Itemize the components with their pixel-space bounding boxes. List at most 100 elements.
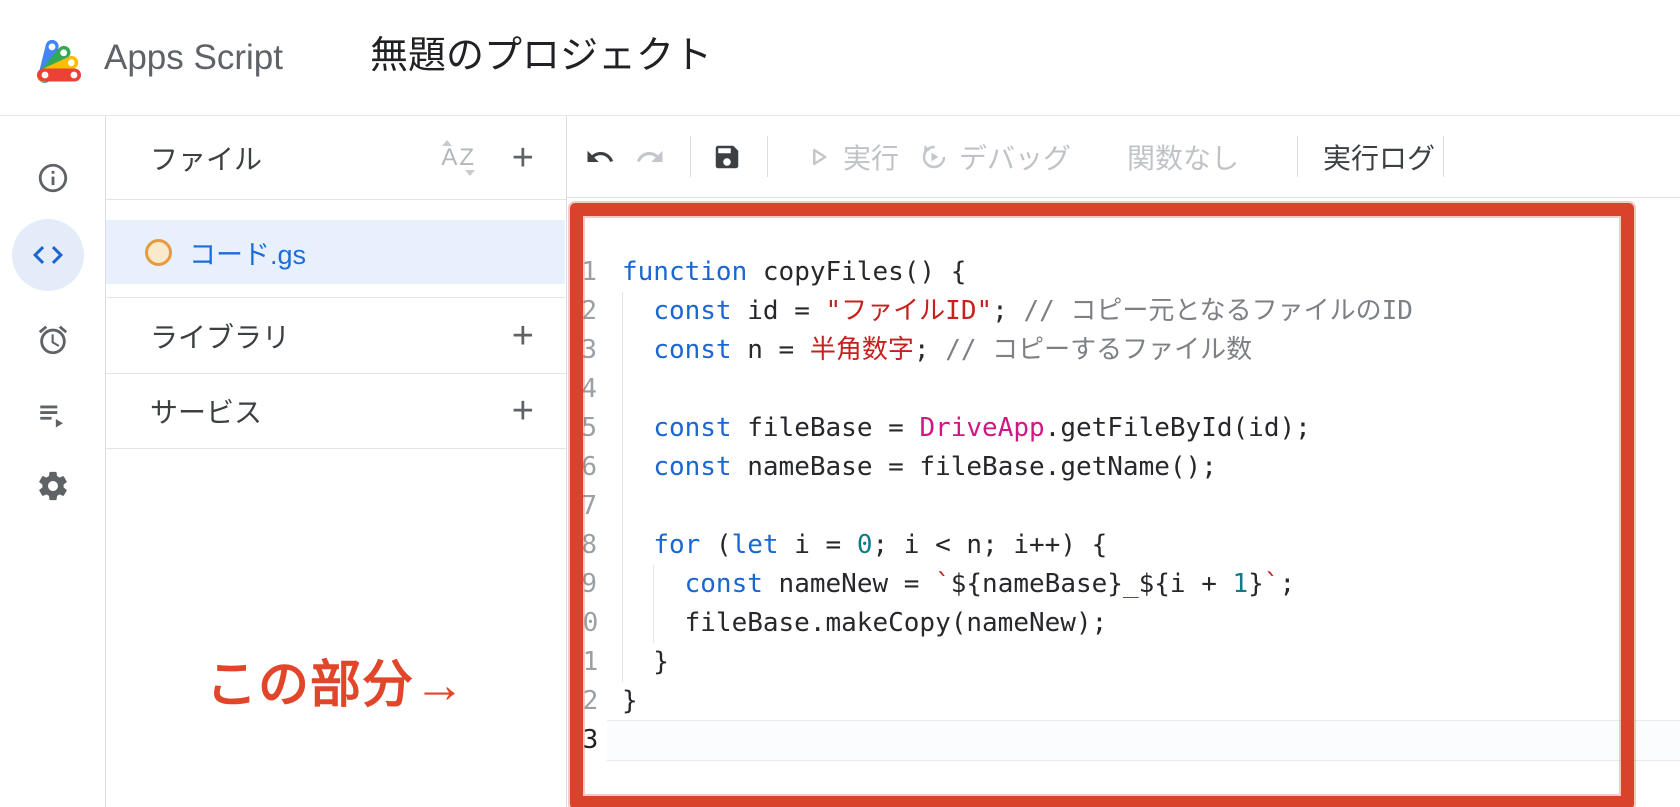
code-line[interactable]: 13 bbox=[567, 721, 1680, 760]
line-number: 4 bbox=[567, 370, 597, 409]
code-line[interactable]: 5 const fileBase = DriveApp.getFileById(… bbox=[567, 409, 1680, 448]
undo-icon bbox=[585, 142, 615, 172]
save-button[interactable] bbox=[712, 116, 742, 197]
executions-icon bbox=[36, 397, 70, 431]
line-content bbox=[622, 721, 1680, 760]
line-content bbox=[622, 370, 1680, 409]
redo-button[interactable] bbox=[635, 116, 665, 197]
project-title[interactable]: 無題のプロジェクト bbox=[370, 0, 712, 115]
function-select-label: 関数なし bbox=[1127, 137, 1239, 177]
save-icon bbox=[712, 142, 742, 172]
debug-button[interactable]: デバッグ bbox=[919, 116, 1071, 197]
line-number: 1 bbox=[567, 253, 597, 292]
indent-guide bbox=[653, 565, 654, 604]
libraries-label: ライブラリ bbox=[150, 316, 290, 356]
settings-button[interactable] bbox=[0, 450, 105, 522]
run-button[interactable]: 実行 bbox=[803, 116, 899, 197]
file-item-code-gs[interactable]: コード.gs bbox=[106, 220, 565, 284]
line-number: 7 bbox=[567, 487, 597, 526]
indent-guide bbox=[622, 409, 623, 448]
run-label: 実行 bbox=[843, 137, 899, 177]
function-select[interactable]: 関数なし bbox=[1127, 116, 1239, 197]
divider bbox=[690, 136, 691, 177]
line-content: const nameNew = `${nameBase}_${i + 1}`; bbox=[622, 565, 1680, 604]
file-name: コード.gs bbox=[189, 233, 306, 272]
execution-log-label: 実行ログ bbox=[1323, 137, 1435, 177]
clock-icon bbox=[36, 323, 70, 357]
indent-guide bbox=[622, 604, 623, 643]
indent-guide bbox=[622, 331, 623, 370]
indent-guide bbox=[622, 487, 623, 526]
files-header: ファイル bbox=[150, 138, 262, 178]
editor-button[interactable] bbox=[12, 219, 84, 291]
indent-guide bbox=[622, 370, 623, 409]
add-service-button[interactable]: + bbox=[512, 392, 534, 430]
line-number: 10 bbox=[567, 604, 597, 643]
line-number: 3 bbox=[567, 331, 597, 370]
files-header-row: ファイル AZ + bbox=[106, 116, 566, 199]
az-sort-icon[interactable]: AZ bbox=[441, 144, 476, 172]
code-line[interactable]: 8 for (let i = 0; i < n; i++) { bbox=[567, 526, 1680, 565]
code-line[interactable]: 12} bbox=[567, 682, 1680, 721]
annotation-text: この部分→ bbox=[106, 643, 566, 717]
line-content: const nameBase = fileBase.getName(); bbox=[622, 448, 1680, 487]
services-row: サービス + bbox=[106, 374, 566, 448]
code-line[interactable]: 6 const nameBase = fileBase.getName(); bbox=[567, 448, 1680, 487]
services-label: サービス bbox=[150, 391, 262, 431]
code-editor[interactable]: 1function copyFiles() {2 const id = "ファイ… bbox=[567, 198, 1680, 807]
debug-label: デバッグ bbox=[959, 137, 1071, 177]
execution-log-button[interactable]: 実行ログ bbox=[1323, 116, 1435, 197]
file-status-dot-icon bbox=[145, 239, 172, 266]
code-line[interactable]: 9 const nameNew = `${nameBase}_${i + 1}`… bbox=[567, 565, 1680, 604]
gear-icon bbox=[36, 469, 70, 503]
line-number: 12 bbox=[567, 682, 597, 721]
run-icon bbox=[803, 142, 833, 172]
line-number: 9 bbox=[567, 565, 597, 604]
line-number: 8 bbox=[567, 526, 597, 565]
editor-toolbar: 実行 デバッグ 関数なし 実行ログ bbox=[567, 116, 1680, 198]
app-name[interactable]: Apps Script bbox=[104, 0, 283, 115]
code-line[interactable]: 3 const n = 半角数字; // コピーするファイル数 bbox=[567, 331, 1680, 370]
info-icon bbox=[36, 161, 70, 195]
redo-icon bbox=[635, 142, 665, 172]
add-file-button[interactable]: + bbox=[512, 139, 534, 177]
indent-guide bbox=[622, 565, 623, 604]
line-content: const id = "ファイルID"; // コピー元となるファイルのID bbox=[622, 292, 1680, 331]
line-content: for (let i = 0; i < n; i++) { bbox=[622, 526, 1680, 565]
line-number: 5 bbox=[567, 409, 597, 448]
left-rail bbox=[0, 116, 106, 807]
line-content: const fileBase = DriveApp.getFileById(id… bbox=[622, 409, 1680, 448]
line-content: } bbox=[622, 643, 1680, 682]
code-line[interactable]: 11 } bbox=[567, 643, 1680, 682]
divider bbox=[106, 448, 566, 449]
code-line[interactable]: 2 const id = "ファイルID"; // コピー元となるファイルのID bbox=[567, 292, 1680, 331]
indent-guide bbox=[622, 526, 623, 565]
apps-script-logo-icon[interactable] bbox=[34, 27, 92, 87]
triggers-button[interactable] bbox=[0, 304, 105, 376]
divider bbox=[1443, 136, 1444, 177]
code-line[interactable]: 7 bbox=[567, 487, 1680, 526]
line-content bbox=[622, 487, 1680, 526]
files-panel: ファイル AZ + コード.gs ライブラリ + サービス + この部分→ bbox=[106, 116, 567, 807]
code-line[interactable]: 10 fileBase.makeCopy(nameNew); bbox=[567, 604, 1680, 643]
divider bbox=[767, 136, 768, 177]
overview-button[interactable] bbox=[0, 142, 105, 214]
code-lines: 1function copyFiles() {2 const id = "ファイ… bbox=[567, 253, 1680, 760]
code-line[interactable]: 4 bbox=[567, 370, 1680, 409]
indent-guide bbox=[653, 604, 654, 643]
line-content: } bbox=[622, 682, 1680, 721]
undo-button[interactable] bbox=[585, 116, 615, 197]
code-line[interactable]: 1function copyFiles() { bbox=[567, 253, 1680, 292]
indent-guide bbox=[622, 448, 623, 487]
line-number: 6 bbox=[567, 448, 597, 487]
line-number: 13 bbox=[567, 721, 597, 760]
add-library-button[interactable]: + bbox=[512, 317, 534, 355]
line-number: 11 bbox=[567, 643, 597, 682]
line-content: const n = 半角数字; // コピーするファイル数 bbox=[622, 331, 1680, 370]
divider bbox=[1297, 136, 1298, 177]
indent-guide bbox=[622, 292, 623, 331]
debug-icon bbox=[919, 142, 949, 172]
executions-button[interactable] bbox=[0, 378, 105, 450]
apps-script-window: Apps Script 無題のプロジェクト ファイル AZ + コード.gs bbox=[0, 0, 1680, 807]
line-number: 2 bbox=[567, 292, 597, 331]
